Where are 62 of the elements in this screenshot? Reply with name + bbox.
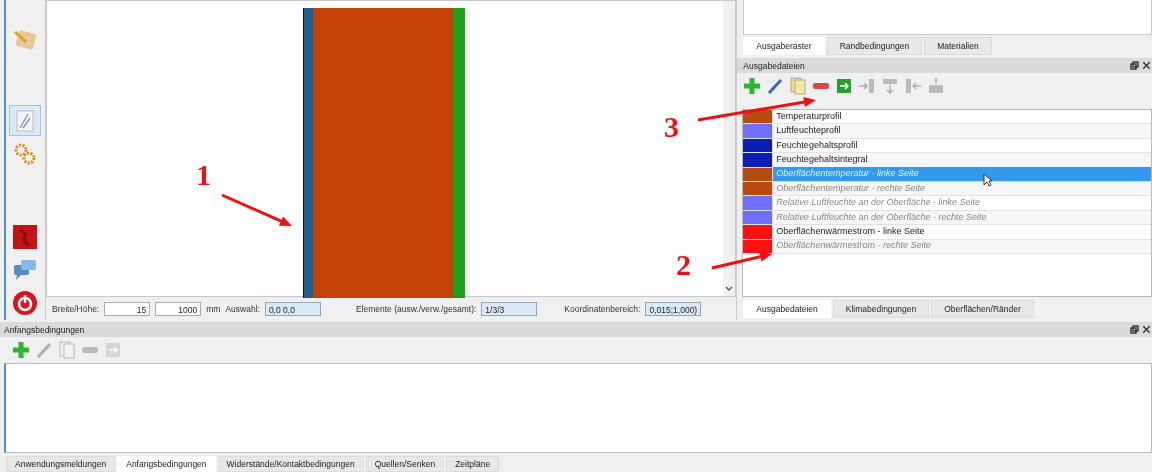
tab[interactable]: Klimabedingungen	[832, 300, 930, 318]
arrow-right-icon[interactable]	[858, 77, 877, 95]
output-name: Relative Luftfeuchte an der Oberfläche - linke Seite	[775, 196, 981, 210]
output-name: Oberflächenwärmestrom - rechte Seite	[775, 239, 932, 253]
selection-label: Auswahl:	[225, 303, 260, 314]
tab[interactable]: Randbedingungen	[826, 37, 923, 55]
annotation-number: 1	[196, 160, 211, 190]
tab[interactable]: Anwendungsmeldungen	[6, 456, 116, 472]
chevron-down-icon[interactable]	[725, 286, 734, 292]
export-icon[interactable]	[104, 341, 122, 359]
output-name: Temperaturprofil	[775, 109, 843, 123]
tab[interactable]: Ausgabedateien	[743, 300, 831, 318]
arrow-down-icon[interactable]	[881, 77, 900, 95]
annotation-number: 3	[664, 112, 679, 142]
output-row[interactable]: Relative Luftfeuchte an der Oberfläche - linke Seite	[743, 196, 1151, 211]
output-row[interactable]: Feuchtegehaltsintegral	[743, 153, 1151, 168]
mouse-cursor-icon	[983, 173, 994, 187]
output-name: Feuchtegehaltsintegral	[775, 153, 869, 167]
stack-icon[interactable]	[927, 77, 946, 95]
canvas[interactable]	[45, 0, 737, 297]
add-icon[interactable]	[743, 77, 762, 95]
annotation-arrow	[221, 193, 292, 226]
output-row[interactable]: Oberflächenwärmestrom - linke Seite	[743, 225, 1151, 240]
drawing-icon[interactable]	[9, 105, 42, 137]
panel-title: Anfangsbedingungen	[4, 324, 85, 335]
output-name: Relative Luftfeuchte an der Oberfläche - rechte Seite	[775, 210, 988, 224]
add-icon[interactable]	[12, 341, 30, 359]
close-icon[interactable]	[1143, 326, 1150, 333]
tab[interactable]: Materialien	[924, 37, 992, 55]
tab[interactable]: Widerstände/Kontaktbedingungen	[217, 456, 364, 472]
pencil-icon[interactable]	[35, 341, 53, 359]
tab[interactable]: Oberflächen/Ränder	[931, 300, 1034, 318]
output-row[interactable]: Luftfeuchteprofil	[743, 124, 1151, 139]
annotation-arrow	[711, 251, 772, 270]
documents-icon[interactable]	[58, 341, 76, 359]
restore-icon[interactable]	[1130, 61, 1139, 70]
tab[interactable]: Ausgaberaster	[743, 37, 825, 55]
close-icon[interactable]	[1143, 62, 1150, 69]
scrollbar[interactable]	[723, 1, 736, 296]
panel-title: Ausgabedateien	[743, 60, 805, 71]
annotation-number: 2	[676, 250, 691, 280]
range-field[interactable]: 0,015;1,000)	[645, 301, 702, 316]
range-label: Koordinatenbereich:	[564, 303, 641, 314]
output-name: Oberflächenwärmestrom - linke Seite	[775, 225, 926, 239]
tab[interactable]: Anfangsbedingungen	[117, 456, 216, 472]
export-icon[interactable]	[835, 77, 854, 95]
output-row[interactable]: Temperaturprofil	[743, 110, 1151, 125]
arrow-left-icon[interactable]	[904, 77, 923, 95]
elements-field[interactable]: 1/3/3	[481, 301, 538, 316]
output-name: Oberflächentemperatur - rechte Seite	[775, 181, 926, 195]
unit-label: mm	[206, 303, 221, 314]
elements-label: Elemente (ausw./verw./gesamt):	[355, 303, 477, 314]
height-field[interactable]: 1000	[155, 301, 202, 316]
restore-icon[interactable]	[1130, 325, 1139, 334]
pencil-icon[interactable]	[766, 77, 785, 95]
output-name: Feuchtegehaltsprofil	[775, 138, 859, 152]
selection-field[interactable]: 0,0 0,0	[264, 301, 321, 316]
tab[interactable]: Quellen/Senken	[365, 456, 445, 472]
width-field[interactable]: 15	[104, 301, 151, 316]
size-label: Breite/Höhe:	[51, 303, 100, 314]
output-name: Luftfeuchteprofil	[775, 124, 842, 138]
tab[interactable]: Zeitpläne	[446, 456, 500, 472]
